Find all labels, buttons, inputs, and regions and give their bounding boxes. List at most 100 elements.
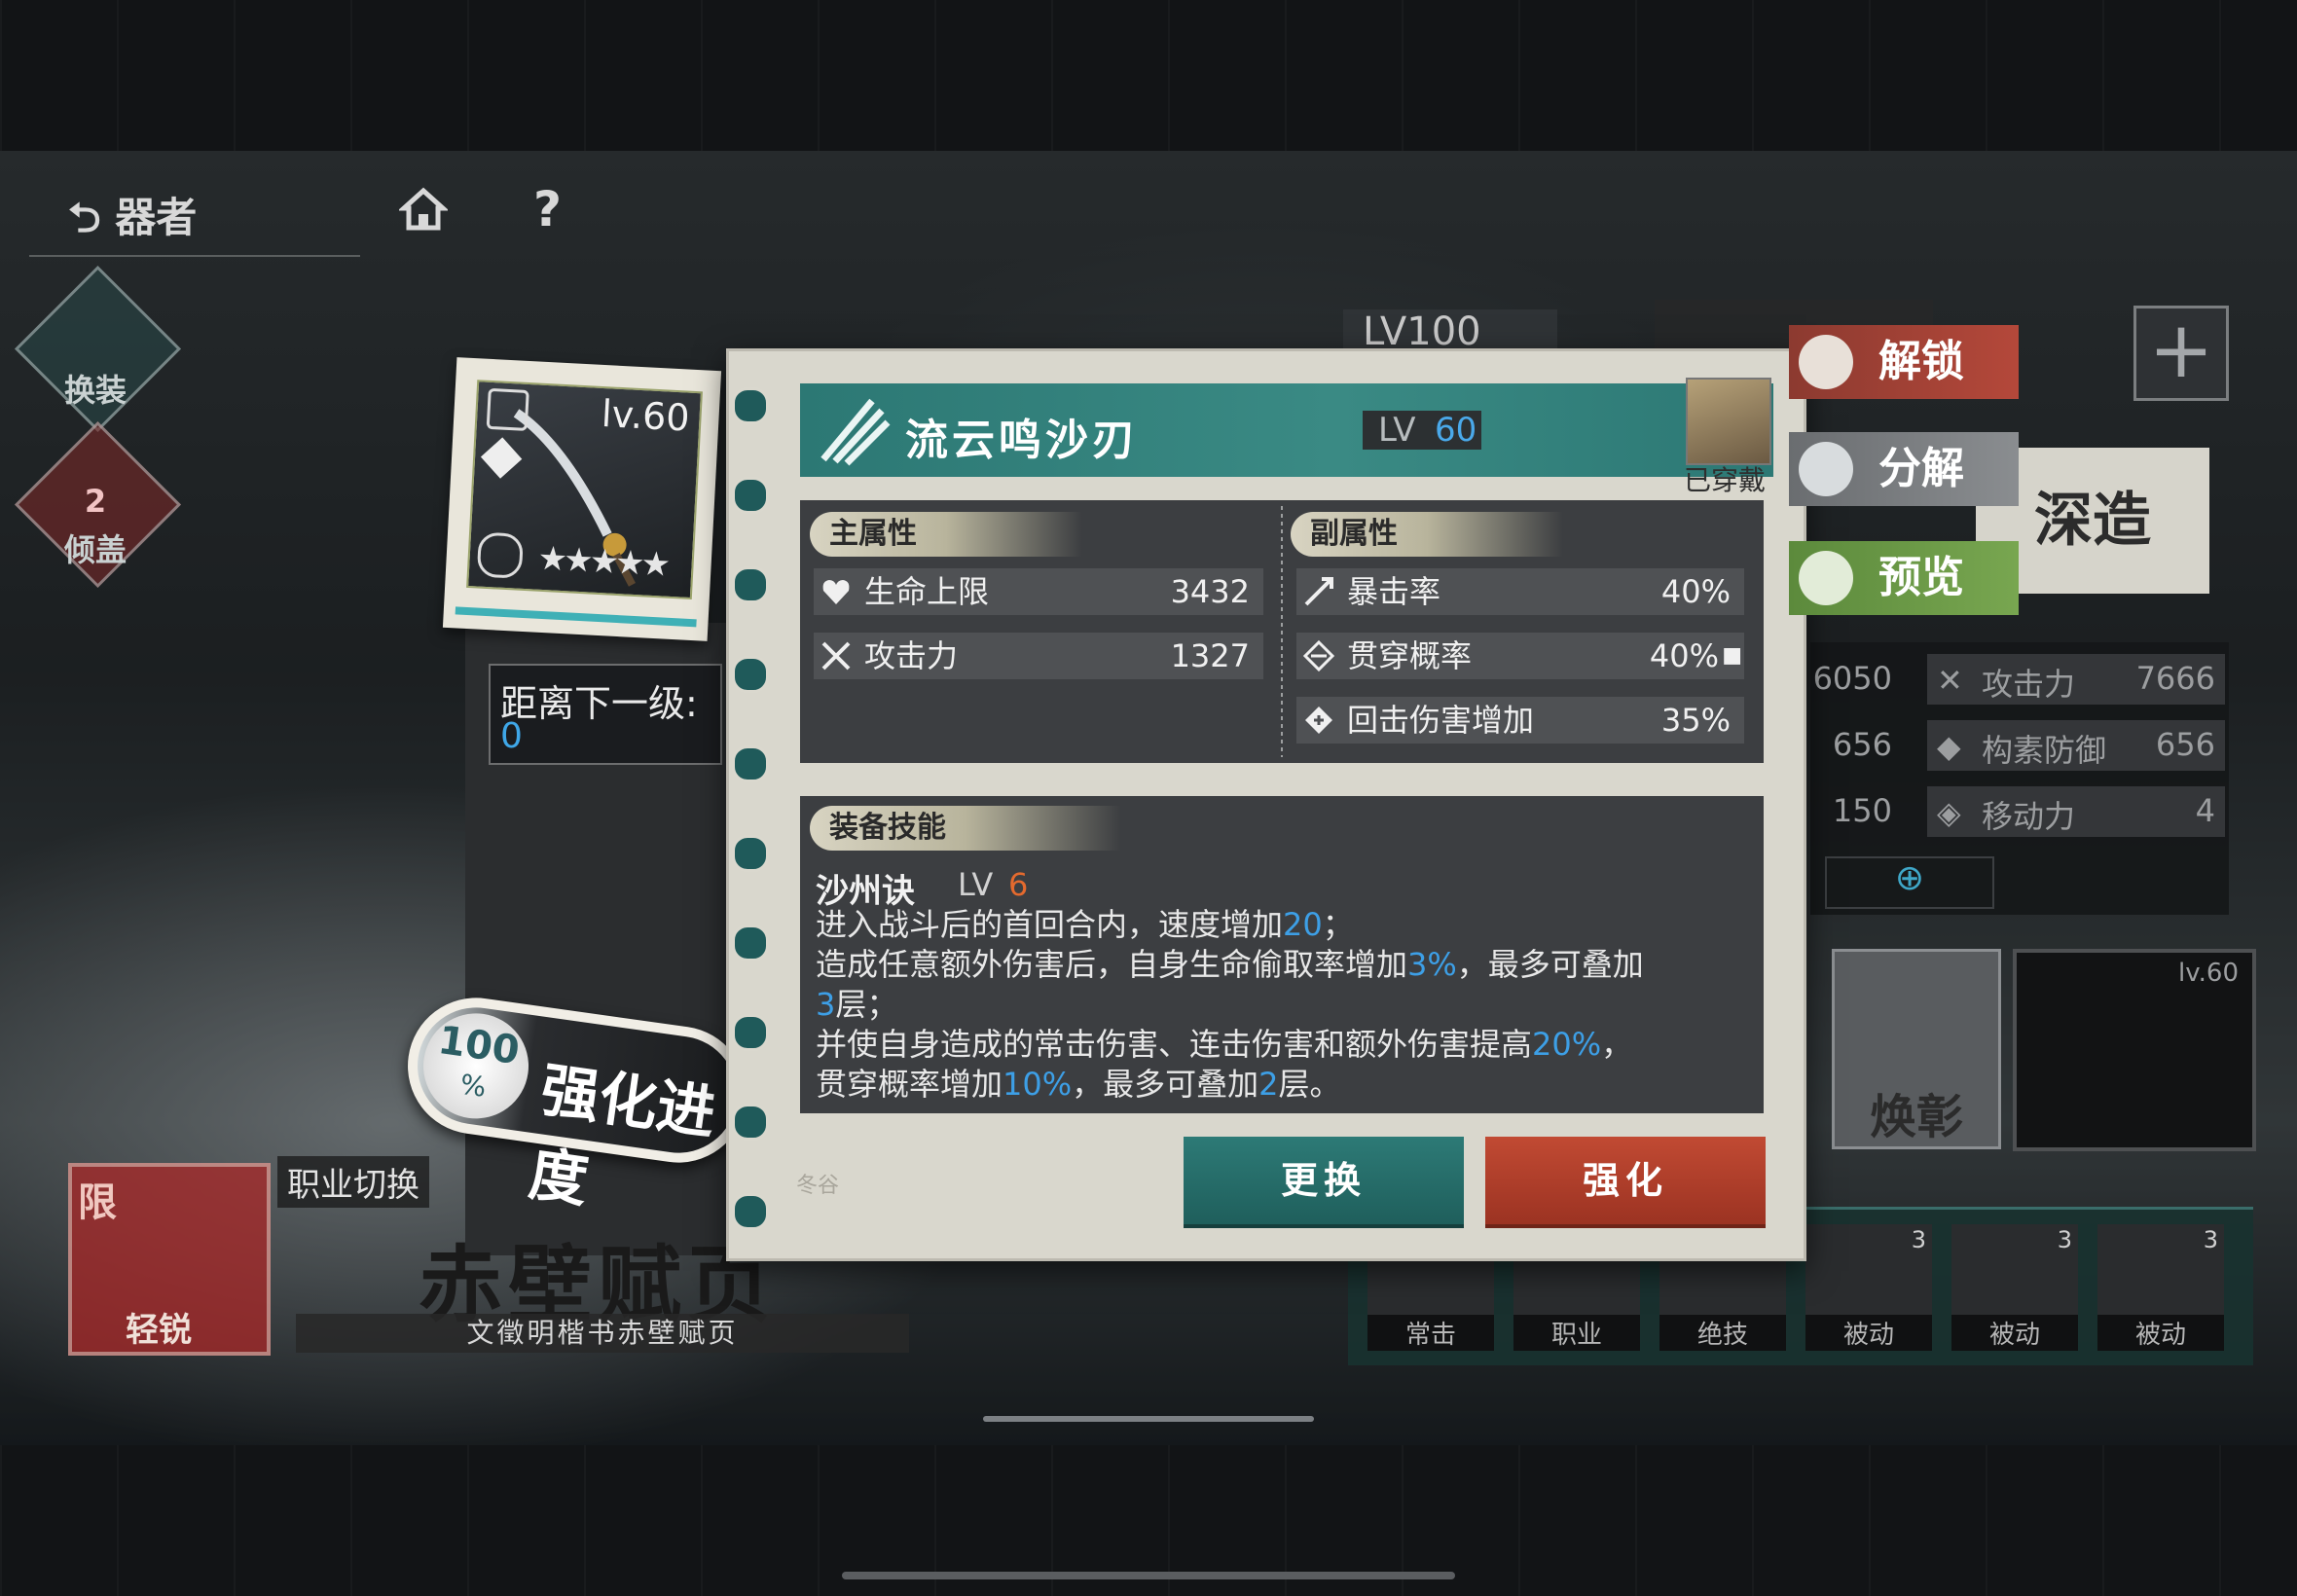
skill-slot[interactable]: 3 被动 [1951, 1224, 2078, 1351]
skill-level-label: LV [958, 866, 994, 903]
attr-value: 3432 [1170, 573, 1250, 610]
skill-section-title: 装备技能 [810, 806, 1121, 851]
next-level-box: 距离下一级: 0 [489, 664, 722, 765]
skill-label: 绝技 [1659, 1315, 1786, 1351]
skill-count: 3 [2057, 1226, 2072, 1253]
equipment-card[interactable]: lv.60 ★★★★★ [442, 357, 722, 641]
wearer-avatar[interactable] [1686, 378, 1771, 465]
attr-name: 回击伤害增加 [1347, 702, 1535, 739]
inner-home-indicator [983, 1416, 1314, 1422]
skill-slot[interactable]: 3 被动 [1805, 1224, 1932, 1351]
binder-ring-icon [732, 745, 769, 782]
help-icon: ? [533, 181, 563, 237]
skill-label: 被动 [1951, 1315, 2078, 1351]
item-level-value: 60 [1435, 411, 1477, 450]
skill-desc-line: 贯穿概率增加10%，最多可叠加2层。 [816, 1066, 1341, 1103]
equipped-item-card[interactable]: lv.60 [2013, 949, 2256, 1151]
attr-name: 贯穿概率 [1347, 637, 1473, 674]
attr-value: 40% [1649, 637, 1719, 674]
item-name: 流云鸣沙刃 [905, 416, 1139, 465]
card-exp-bar [455, 606, 697, 628]
stat-name: 攻击力 [1982, 666, 2076, 703]
class-tag: 轻锐 [126, 1311, 192, 1350]
preview-button[interactable]: 预览 [1789, 541, 2019, 615]
heart-shield-icon [822, 580, 850, 604]
stat-left-value: 656 [1832, 726, 1892, 763]
class-switch-button[interactable]: 职业切换 [277, 1156, 429, 1208]
skill-slot[interactable]: 3 被动 [2097, 1224, 2224, 1351]
item-header: 流云鸣沙刃 LV 60 [800, 383, 1773, 477]
unlock-button[interactable]: 解锁 [1789, 325, 2019, 399]
stat-name: 移动力 [1982, 798, 2076, 835]
skill-level-value: 6 [1008, 866, 1029, 903]
crit-icon [1304, 577, 1333, 606]
binder-ring-icon [732, 387, 769, 424]
skill-desc-line: 3层； [816, 986, 898, 1023]
back-label: 器者 [115, 194, 198, 241]
progress-label: 强化进度 [525, 1056, 720, 1216]
skill-count: 3 [1911, 1226, 1926, 1253]
equipment-portrait: lv.60 ★★★★★ [466, 380, 703, 600]
progress-circle: 100 % [417, 1006, 536, 1126]
skill-label: 常击 [1367, 1315, 1494, 1351]
skill-description: 进入战斗后的首回合内，速度增加20； 造成任意额外伤害后，自身生命偷取率增加3%… [816, 905, 1750, 1105]
back-button[interactable]: ⮌ 器者 [68, 185, 197, 258]
zoom-in-icon: ⊕ [1894, 858, 1925, 898]
home-indicator[interactable] [842, 1572, 1455, 1579]
counter-icon [1305, 707, 1332, 734]
binder-ring-icon [732, 1014, 769, 1051]
add-button[interactable]: + [2133, 306, 2229, 401]
zoom-button[interactable]: ⊕ [1825, 856, 1994, 909]
binder-ring-icon [732, 1104, 769, 1141]
crossed-swords-icon [821, 641, 851, 671]
equipped-label: 已穿戴 [1684, 464, 1767, 496]
preview-label: 预览 [1878, 553, 1964, 602]
decompose-button[interactable]: 分解 [1789, 432, 2019, 506]
huan-zhang-label: 焕彰 [1869, 1090, 1963, 1144]
stat-name: 构素防御 [1982, 732, 2107, 769]
next-level-value: 0 [500, 716, 523, 756]
binder-ring-icon [732, 925, 769, 961]
type-icon [476, 531, 525, 579]
preview-icon [1799, 551, 1853, 605]
stat-left-value: 150 [1832, 792, 1892, 829]
stat-left-value: 6050 [1812, 660, 1892, 697]
decompose-icon [1799, 442, 1853, 496]
home-button[interactable] [397, 185, 450, 234]
change-outfit-label: 换装 [63, 372, 127, 409]
change-button[interactable]: 更换 [1184, 1137, 1464, 1224]
stat-value: 7666 [2135, 660, 2215, 697]
stat-value: 4 [2195, 792, 2215, 829]
sub-attr-row: 回击伤害增加 35% [1296, 697, 1744, 744]
move-stat-icon: ◈ [1937, 794, 1961, 831]
attr-name: 暴击率 [1347, 573, 1441, 610]
enhance-button[interactable]: 强化 [1485, 1137, 1766, 1224]
stat-row: ◈ 移动力 4 [1927, 786, 2225, 837]
main-attr-row: 生命上限 3432 [814, 568, 1263, 615]
lock-icon [486, 387, 529, 431]
attr-name: 生命上限 [864, 573, 990, 610]
equipment-skill-panel[interactable]: 装备技能 沙州诀 LV 6 进入战斗后的首回合内，速度增加20； 造成任意额外伤… [800, 796, 1764, 1113]
main-attr-title: 主属性 [810, 512, 1082, 557]
attr-value: 1327 [1170, 637, 1250, 674]
sub-attr-row: 暴击率 40% [1296, 568, 1744, 615]
attr-lock-icon[interactable]: ■ [1722, 633, 1742, 679]
pierce-icon [1302, 639, 1335, 672]
skill-desc-line: 并使自身造成的常击伤害、连击伤害和额外伤害提高20%， [816, 1026, 1633, 1063]
back-arrow-icon: ⮌ [68, 194, 101, 241]
skill-count: 3 [2203, 1226, 2218, 1253]
star-rating-icon: ★★★★★ [536, 538, 669, 585]
limited-badge: 限 轻锐 [68, 1163, 271, 1356]
help-button[interactable]: ? [533, 181, 562, 237]
limited-char: 限 [78, 1180, 117, 1225]
huan-zhang-card[interactable]: 焕彰 [1832, 949, 2001, 1149]
attr-value: 40% [1660, 573, 1731, 610]
binder-ring-icon [732, 835, 769, 872]
unlock-label: 解锁 [1878, 337, 1964, 386]
sub-attr-row: 贯穿概率 40% ■ [1296, 633, 1744, 679]
decompose-label: 分解 [1878, 444, 1964, 493]
home-icon [397, 187, 450, 231]
skill-desc-line: 进入战斗后的首回合内，速度增加20； [816, 906, 1354, 943]
sword-stat-icon: ✕ [1937, 662, 1963, 699]
sub-attr-title: 副属性 [1291, 512, 1563, 557]
